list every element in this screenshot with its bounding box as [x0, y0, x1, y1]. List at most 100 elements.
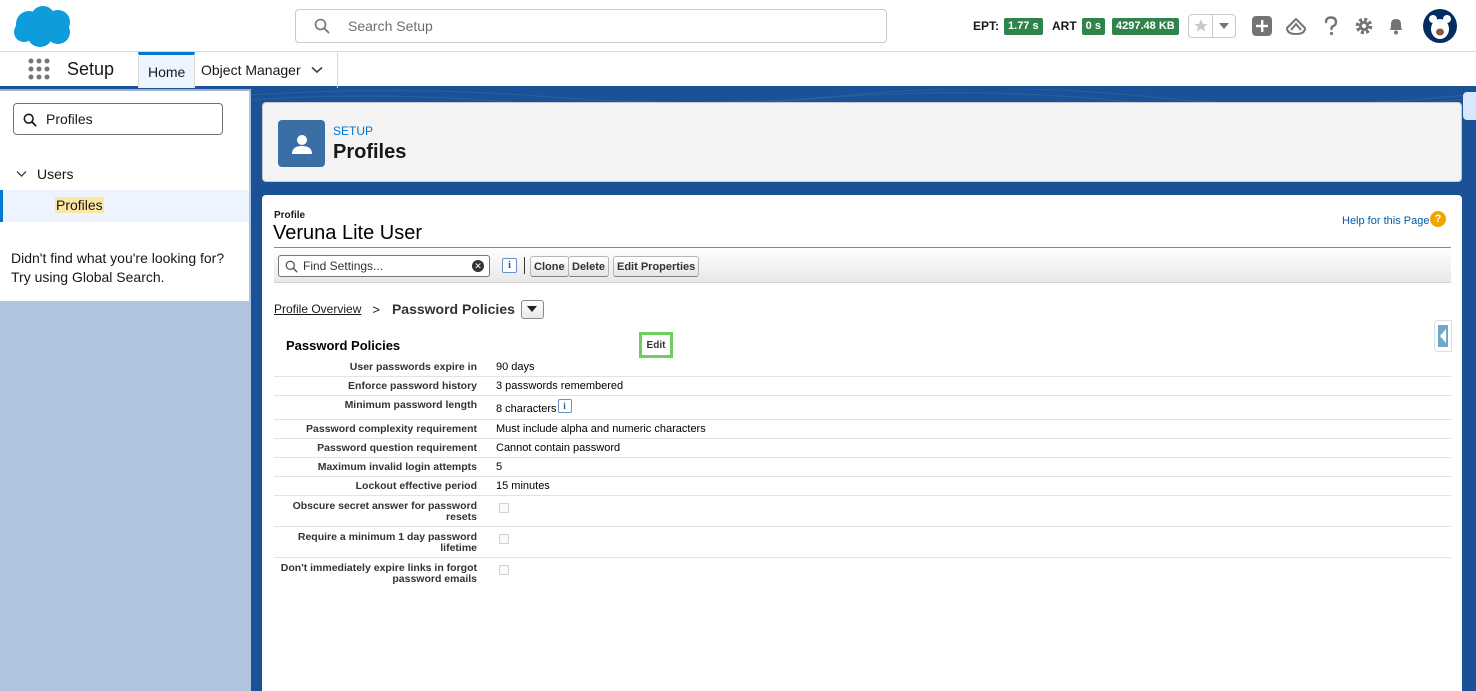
- expire-links-checkbox: [499, 565, 509, 575]
- tab-home[interactable]: Home: [138, 52, 196, 88]
- info-icon[interactable]: i: [557, 399, 572, 413]
- help-for-page-link[interactable]: Help for this Page: [1342, 215, 1429, 227]
- global-actions-button[interactable]: [1251, 15, 1273, 37]
- app-name: Setup: [67, 59, 115, 79]
- table-row: Enforce password history 3 passwords rem…: [274, 377, 1451, 396]
- edit-properties-button[interactable]: Edit Properties: [613, 256, 700, 277]
- setup-sidebar: Users Profiles Didn't find what you're l…: [0, 91, 249, 301]
- table-row: Minimum password length 8 characters i: [274, 396, 1451, 420]
- art-label: ART: [1052, 19, 1077, 33]
- row-label: Password question requirement: [317, 442, 477, 454]
- page-size-indicator: 4297.48 KB: [1112, 17, 1179, 35]
- star-icon: [1193, 19, 1208, 32]
- row-label: Enforce password history: [348, 380, 477, 392]
- ept-indicator: EPT: 1.77 s: [973, 17, 1043, 35]
- chevron-down-icon: [16, 171, 27, 177]
- right-panel-toggle[interactable]: [1463, 92, 1476, 120]
- edit-button-label: Edit: [646, 339, 666, 351]
- table-row: Password complexity requirement Must inc…: [274, 420, 1451, 439]
- row-label: Password complexity requirement: [306, 423, 477, 435]
- table-row: Maximum invalid login attempts 5: [274, 458, 1451, 477]
- table-row: Don't immediately expire links in forgot…: [274, 558, 1451, 589]
- app-launcher-icon[interactable]: [28, 58, 50, 80]
- salesforce-cloud-logo[interactable]: [12, 4, 74, 48]
- profile-toolbar: ✕ i Clone Delete Edit Properties: [274, 247, 1451, 283]
- table-row: Obscure secret answer for password reset…: [274, 496, 1451, 527]
- help-icon[interactable]: ?: [1430, 211, 1446, 227]
- sidebar-item-profiles[interactable]: Profiles: [0, 190, 249, 222]
- sidebar-help-text: Didn't find what you're looking for? Try…: [11, 250, 225, 285]
- row-value: Must include alpha and numeric character…: [496, 423, 706, 435]
- tab-object-manager-label: Object Manager: [201, 62, 301, 78]
- row-value: [477, 527, 509, 557]
- bell-icon: [1390, 19, 1402, 35]
- notifications-button[interactable]: [1385, 15, 1407, 37]
- global-search-input[interactable]: [348, 10, 868, 42]
- profile-name: Veruna Lite User: [273, 222, 422, 244]
- profile-content: Profile Veruna Lite User Help for this P…: [262, 195, 1462, 691]
- row-label: Minimum password length: [344, 399, 477, 411]
- ept-label: EPT:: [973, 19, 1000, 33]
- row-value: 15 minutes: [496, 480, 550, 492]
- chevron-left-icon: [1438, 325, 1448, 347]
- plus-icon: [1252, 16, 1272, 36]
- row-value: 3 passwords remembered: [496, 380, 624, 392]
- chevron-down-icon: [527, 306, 538, 312]
- sidebar-item-users-label: Users: [37, 166, 74, 182]
- min-password-lifetime-checkbox: [499, 534, 509, 544]
- row-label: Require a minimum 1 day password lifetim…: [297, 531, 477, 554]
- find-settings[interactable]: ✕: [278, 255, 490, 277]
- row-label: Don't immediately expire links in forgot…: [280, 562, 477, 585]
- section-title: Password Policies: [286, 338, 401, 353]
- trailhead-button[interactable]: [1285, 15, 1307, 37]
- help-button[interactable]: [1320, 15, 1342, 37]
- edit-button[interactable]: Edit: [639, 332, 673, 358]
- tab-home-label: Home: [148, 63, 186, 80]
- art-badge: 0 s: [1081, 17, 1105, 35]
- sidebar-item-users[interactable]: Users: [16, 165, 74, 183]
- favorites-list-button[interactable]: [1213, 15, 1235, 37]
- global-header: EPT: 1.77 s ART 0 s 4297.48 KB: [0, 0, 1476, 52]
- trailhead-icon: [1285, 17, 1307, 36]
- sidebar-item-profiles-label: Profiles: [55, 197, 104, 213]
- collapse-panel-tab[interactable]: [1434, 320, 1452, 352]
- page-eyebrow: SETUP: [333, 124, 374, 138]
- chevron-down-icon[interactable]: [311, 66, 323, 74]
- favorite-star-button[interactable]: [1189, 15, 1213, 37]
- row-value: [477, 558, 509, 589]
- find-settings-input[interactable]: [303, 256, 463, 276]
- table-row: User passwords expire in 90 days: [274, 358, 1451, 377]
- breadcrumb-separator: >: [372, 301, 380, 317]
- breadcrumb-profile-overview[interactable]: Profile Overview: [274, 302, 361, 316]
- tab-object-manager[interactable]: Object Manager: [192, 52, 338, 88]
- search-icon: [314, 18, 330, 34]
- row-value: 90 days: [496, 361, 535, 373]
- context-bar: Setup Home Object Manager: [0, 52, 1476, 89]
- ept-badge: 1.77 s: [1004, 17, 1043, 35]
- art-indicator: ART 0 s: [1052, 17, 1105, 35]
- global-search[interactable]: [295, 9, 887, 43]
- table-row: Require a minimum 1 day password lifetim…: [274, 527, 1451, 558]
- clear-search-icon[interactable]: ✕: [472, 260, 484, 272]
- help-icon: [1324, 16, 1338, 36]
- clone-button[interactable]: Clone: [530, 256, 569, 277]
- delete-button[interactable]: Delete: [568, 256, 610, 277]
- row-label: User passwords expire in: [349, 361, 477, 373]
- obscure-secret-answer-checkbox: [499, 503, 509, 513]
- quick-find-input[interactable]: [46, 104, 216, 134]
- setup-gear-button[interactable]: [1353, 15, 1375, 37]
- row-value: 5: [496, 461, 503, 473]
- info-icon[interactable]: i: [502, 258, 517, 273]
- quick-find[interactable]: [13, 103, 223, 135]
- user-icon: [278, 120, 325, 167]
- page-title: Profiles: [333, 141, 407, 163]
- row-label: Lockout effective period: [355, 480, 477, 492]
- table-row: Password question requirement Cannot con…: [274, 439, 1451, 458]
- favorites-group: [1188, 14, 1236, 38]
- section-dropdown-button[interactable]: [520, 299, 544, 319]
- avatar[interactable]: [1423, 9, 1457, 43]
- breadcrumb: Profile Overview > Password Policies: [274, 298, 544, 320]
- row-value: Cannot contain password: [496, 442, 621, 454]
- chevron-down-icon: [1219, 23, 1229, 29]
- toolbar-divider: [524, 257, 525, 274]
